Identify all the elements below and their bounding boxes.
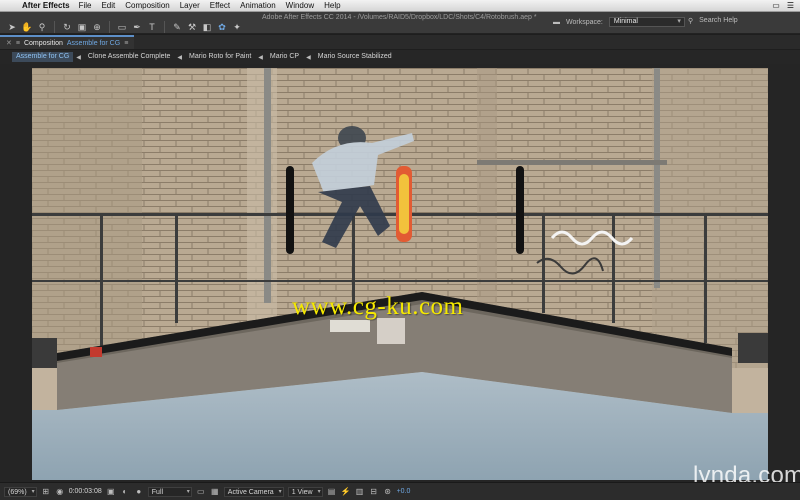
close-tab-icon[interactable]: ✕ — [6, 39, 12, 47]
arrow-left-icon: ◀ — [177, 54, 183, 61]
breadcrumb-item[interactable]: Mario CP — [266, 52, 303, 62]
current-time[interactable]: 0:00:03:08 — [69, 488, 102, 495]
panel-menu-icon[interactable]: ≡ — [16, 40, 20, 47]
tab-menu-icon[interactable]: ≡ — [124, 40, 128, 47]
comp-image — [32, 68, 768, 480]
camera-tool-icon[interactable]: ▣ — [76, 21, 88, 33]
color-channel-icon[interactable]: ● — [134, 487, 144, 497]
selection-tool-icon[interactable]: ➤ — [6, 21, 18, 33]
exposure-value[interactable]: +0.0 — [397, 488, 411, 495]
app-menu[interactable]: After Effects — [22, 1, 70, 10]
workspace-select[interactable]: Minimal — [608, 17, 685, 27]
monitor-icon[interactable]: ▬ — [553, 19, 560, 26]
transparency-grid-icon[interactable]: ▦ — [210, 487, 220, 497]
pan-behind-tool-icon[interactable]: ⊕ — [91, 21, 103, 33]
eraser-tool-icon[interactable]: ◧ — [201, 21, 213, 33]
camera-snapshot-icon[interactable]: ◉ — [55, 487, 65, 497]
comp-navigator: Assemble for CG ◀ Clone Assemble Complet… — [0, 50, 800, 64]
view-layout-select[interactable]: 1 View — [287, 486, 323, 497]
search-help-label: Search Help — [699, 17, 738, 24]
toolbar-divider — [164, 21, 165, 33]
toolbar-divider — [54, 21, 55, 33]
viewer-controls: (69%) ⊞ ◉ 0:00:03:08 ▣ ◐ ● Full ▭ ▦ Acti… — [0, 482, 800, 500]
region-of-interest-icon[interactable]: ▭ — [196, 487, 206, 497]
rotation-tool-icon[interactable]: ↻ — [61, 21, 73, 33]
menu-extras-icon[interactable]: ☰ — [787, 1, 794, 10]
rectangle-tool-icon[interactable]: ▭ — [116, 21, 128, 33]
flowchart-icon[interactable]: ⊟ — [369, 487, 379, 497]
toolbar-divider — [109, 21, 110, 33]
type-tool-icon[interactable]: T — [146, 21, 158, 33]
panel-tab-row: ✕ ≡ Composition Assemble for CG ≡ — [0, 35, 800, 49]
search-help[interactable]: ⚲ Search Help — [688, 17, 738, 25]
brush-tool-icon[interactable]: ✎ — [171, 21, 183, 33]
breadcrumb-item[interactable]: Mario Source Stabilized — [314, 52, 396, 62]
menu-help[interactable]: Help — [324, 1, 340, 10]
show-snapshot-icon[interactable]: ◐ — [120, 487, 130, 497]
zoom-tool-icon[interactable]: ⚲ — [36, 21, 48, 33]
composition-viewer[interactable]: www.cg-ku.com — [0, 64, 800, 482]
menu-animation[interactable]: Animation — [240, 1, 276, 10]
safe-zones-icon[interactable]: ⊞ — [41, 487, 51, 497]
arrow-left-icon: ◀ — [76, 54, 81, 61]
menu-edit[interactable]: Edit — [101, 1, 115, 10]
tab-prefix: Composition — [23, 39, 63, 47]
breadcrumb-item[interactable]: Clone Assemble Complete — [84, 52, 175, 62]
puppet-pin-tool-icon[interactable]: ✦ — [231, 21, 243, 33]
resolution-select[interactable]: Full — [147, 486, 192, 497]
breadcrumb-item[interactable]: Assemble for CG — [12, 52, 74, 62]
fast-previews-icon[interactable]: ⚡ — [341, 487, 351, 497]
breadcrumb-item[interactable]: Mario Roto for Paint — [185, 52, 255, 62]
snapshot-icon[interactable]: ▣ — [106, 487, 116, 497]
camera-view-select[interactable]: Active Camera — [223, 486, 284, 497]
menu-window[interactable]: Window — [286, 1, 314, 10]
toggle-pixel-aspect-icon[interactable]: ▤ — [327, 487, 337, 497]
menu-file[interactable]: File — [79, 1, 92, 10]
reset-exposure-icon[interactable]: ⊛ — [383, 487, 393, 497]
menubar: After Effects File Edit Composition Laye… — [0, 0, 800, 12]
clone-stamp-tool-icon[interactable]: ⚒ — [186, 21, 198, 33]
comp-frame[interactable] — [32, 68, 768, 480]
arrow-left-icon: ◀ — [306, 54, 311, 61]
status-menu-icon[interactable]: ▭ — [772, 1, 780, 10]
workspace-label: Workspace: — [566, 18, 603, 26]
window-title: Adobe After Effects CC 2014 - /Volumes/R… — [262, 14, 537, 21]
menu-effect[interactable]: Effect — [210, 1, 230, 10]
menu-layer[interactable]: Layer — [180, 1, 200, 10]
tab-comp-name: Assemble for CG — [66, 39, 121, 47]
pen-tool-icon[interactable]: ✒ — [131, 21, 143, 33]
tools-panel: Adobe After Effects CC 2014 - /Volumes/R… — [0, 12, 800, 34]
hand-tool-icon[interactable]: ✋ — [21, 21, 33, 33]
search-icon[interactable]: ⚲ — [688, 17, 693, 25]
roto-brush-tool-icon[interactable]: ✿ — [216, 21, 228, 33]
workspace-switcher: ▬ Workspace: Minimal — [553, 17, 685, 27]
arrow-left-icon: ◀ — [258, 54, 263, 61]
magnification-select[interactable]: (69%) — [4, 486, 37, 497]
timeline-icon[interactable]: ▥ — [355, 487, 365, 497]
menu-composition[interactable]: Composition — [125, 1, 169, 10]
tab-composition[interactable]: ✕ ≡ Composition Assemble for CG ≡ — [0, 35, 135, 49]
watermark-text: www.cg-ku.com — [292, 293, 464, 320]
